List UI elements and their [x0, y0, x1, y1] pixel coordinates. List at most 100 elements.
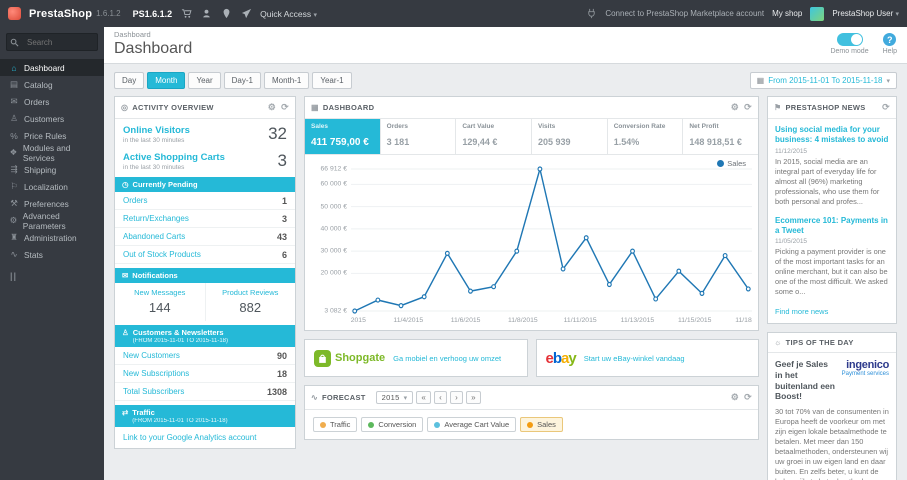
activity-icon: ◎: [121, 103, 129, 112]
sidebar-item-price-rules[interactable]: % Price Rules: [0, 127, 104, 144]
total-subscribers-link[interactable]: Total Subscribers: [123, 387, 184, 396]
sidebar-item-catalog[interactable]: ▤ Catalog: [0, 76, 104, 93]
first-page-button[interactable]: «: [416, 391, 432, 404]
marketplace-link[interactable]: Connect to PrestaShop Marketplace accoun…: [605, 9, 764, 18]
sidebar-collapse-button[interactable]: ||: [0, 263, 104, 289]
forecast-toggle-traffic[interactable]: Traffic: [313, 417, 358, 432]
gear-icon[interactable]: ⚙: [731, 392, 739, 403]
pin-icon[interactable]: [220, 8, 232, 20]
new-subscriptions-value: 18: [276, 368, 287, 379]
sidebar-item-preferences[interactable]: ⚒ Preferences: [0, 195, 104, 212]
new-subscriptions-link[interactable]: New Subscriptions: [123, 369, 189, 378]
ebay-promo-link[interactable]: Start uw eBay-winkel vandaag: [584, 354, 685, 363]
tab-year[interactable]: Year: [188, 72, 221, 89]
kpi-value: 148 918,51 €: [689, 137, 742, 147]
find-more-news-link[interactable]: Find more news: [775, 307, 828, 316]
returns-link[interactable]: Return/Exchanges: [123, 214, 189, 223]
product-reviews-cell[interactable]: Product Reviews 882: [204, 283, 296, 321]
chart-y-axis: 66 912 € 60 000 € 50 000 € 40 000 € 30 000 €…: [307, 165, 351, 315]
plane-icon[interactable]: [240, 8, 252, 20]
shop-name-link[interactable]: PS1.6.1.2: [133, 9, 173, 19]
clock-icon: ◷: [122, 180, 129, 189]
kpi-label: Orders: [386, 123, 408, 130]
kpi-net-profit[interactable]: Net Profit 148 918,51 €: [683, 119, 758, 154]
kpi-conversion-rate[interactable]: Conversion Rate 1.54%: [608, 119, 684, 154]
sidebar-item-orders[interactable]: ✉ Orders: [0, 93, 104, 110]
sidebar-item-label: Stats: [24, 249, 43, 260]
forecast-toggle-average-cart-value[interactable]: Average Cart Value: [427, 417, 517, 432]
ebay-promo[interactable]: ebay Start uw eBay-winkel vandaag: [535, 339, 759, 377]
kpi-orders[interactable]: Orders 3 181: [381, 119, 457, 154]
kpi-visits[interactable]: Visits 205 939: [532, 119, 608, 154]
tips-body-text: 30 tot 70% van de consumenten in Europa …: [775, 406, 889, 480]
shopgate-promo[interactable]: Shopgate Ga mobiel en verhoog uw omzet: [304, 339, 528, 377]
y-axis-label: 66 912 €: [320, 165, 347, 173]
sidebar-item-stats[interactable]: ∿ Stats: [0, 246, 104, 263]
ebay-logo: ebay: [546, 350, 577, 367]
sidebar-item-dashboard[interactable]: ⌂ Dashboard: [0, 59, 104, 76]
kpi-label: Visits: [538, 123, 556, 130]
date-range-picker[interactable]: ▦ From 2015-11-01 To 2015-11-18 ▾: [749, 72, 897, 89]
forecast-year-select[interactable]: 2015 ▾: [375, 391, 414, 404]
sidebar-item-modules[interactable]: ❖ Modules and Services: [0, 143, 104, 163]
y-axis-label: 50 000 €: [320, 203, 347, 211]
search-input[interactable]: [6, 33, 98, 51]
new-messages-cell[interactable]: New Messages 144: [115, 283, 205, 321]
search-icon: [10, 38, 19, 47]
chart-legend[interactable]: Sales: [717, 159, 746, 168]
sales-data-point: [468, 288, 473, 294]
out-of-stock-link[interactable]: Out of Stock Products: [123, 250, 201, 259]
tab-day-1[interactable]: Day-1: [223, 72, 261, 89]
sidebar-item-advanced-parameters[interactable]: ⚙ Advanced Parameters: [0, 211, 104, 231]
kpi-sales[interactable]: Sales 411 759,00 €: [305, 119, 381, 154]
refresh-icon[interactable]: ⟳: [744, 102, 752, 113]
x-axis-label: 11/1/2015: [351, 317, 366, 324]
average-cart-value-legend-dot: [434, 421, 441, 428]
orders-link[interactable]: Orders: [123, 196, 147, 205]
gear-icon[interactable]: ⚙: [268, 102, 276, 113]
my-shop-link[interactable]: My shop: [772, 9, 802, 18]
tips-of-the-day-panel: ☼ TIPS OF THE DAY Geef je Sales in het b…: [767, 332, 897, 480]
dashboard-icon: ⌂: [11, 62, 17, 73]
customer-icon[interactable]: [200, 8, 212, 20]
customers-newsletters-title: Customers & Newsletters: [132, 328, 224, 337]
sales-data-point: [421, 294, 427, 300]
tab-month-1[interactable]: Month-1: [263, 72, 310, 89]
kpi-cart-value[interactable]: Cart Value 129,44 €: [456, 119, 533, 154]
quick-access-menu[interactable]: Quick Access ▾: [260, 9, 317, 19]
refresh-icon[interactable]: ⟳: [882, 102, 890, 113]
abandoned-carts-link[interactable]: Abandoned Carts: [123, 232, 185, 241]
new-customers-link[interactable]: New Customers: [123, 351, 180, 360]
tab-day[interactable]: Day: [114, 72, 145, 89]
user-menu[interactable]: PrestaShop User ▾: [832, 9, 899, 18]
news-title-link[interactable]: Ecommerce 101: Payments in a Tweet: [775, 216, 889, 237]
prestashop-logo[interactable]: PrestaShop: [29, 8, 92, 20]
news-excerpt: In 2015, social media are an integral pa…: [775, 156, 880, 206]
news-title-link[interactable]: Using social media for your business: 4 …: [775, 125, 889, 146]
shopgate-promo-link[interactable]: Ga mobiel en verhoog uw omzet: [393, 354, 501, 363]
sidebar-item-shipping[interactable]: ⇶ Shipping: [0, 161, 104, 178]
sidebar-item-administration[interactable]: ♜ Administration: [0, 229, 104, 246]
demo-mode-toggle[interactable]: [836, 33, 863, 46]
help-icon[interactable]: ?: [883, 33, 897, 46]
gear-icon[interactable]: ⚙: [731, 102, 739, 113]
cart-icon[interactable]: [180, 8, 192, 20]
google-analytics-link[interactable]: Link to your Google Analytics account: [115, 427, 295, 448]
active-carts-link[interactable]: Active Shopping Carts: [123, 152, 278, 163]
online-visitors-link[interactable]: Online Visitors: [123, 125, 268, 136]
sidebar-item-customers[interactable]: ♙ Customers: [0, 110, 104, 127]
refresh-icon[interactable]: ⟳: [281, 102, 289, 113]
sidebar-item-localization[interactable]: ⚐ Localization: [0, 178, 104, 195]
last-page-button[interactable]: »: [466, 391, 481, 404]
customers-newsletters-range: (FROM 2015-11-01 TO 2015-11-18): [132, 338, 229, 344]
tab-year-1[interactable]: Year-1: [312, 72, 352, 89]
pending-row-abandoned-carts: Abandoned Carts 43: [115, 228, 295, 246]
sales-legend-label: Sales: [727, 159, 746, 168]
forecast-toggle-label: Conversion: [378, 420, 417, 429]
forecast-toggle-sales[interactable]: Sales: [520, 417, 563, 432]
refresh-icon[interactable]: ⟳: [744, 392, 752, 403]
next-button[interactable]: ›: [450, 391, 464, 404]
forecast-toggle-conversion[interactable]: Conversion: [361, 417, 424, 432]
previous-button[interactable]: ‹: [434, 391, 448, 404]
tab-month[interactable]: Month: [147, 72, 186, 89]
